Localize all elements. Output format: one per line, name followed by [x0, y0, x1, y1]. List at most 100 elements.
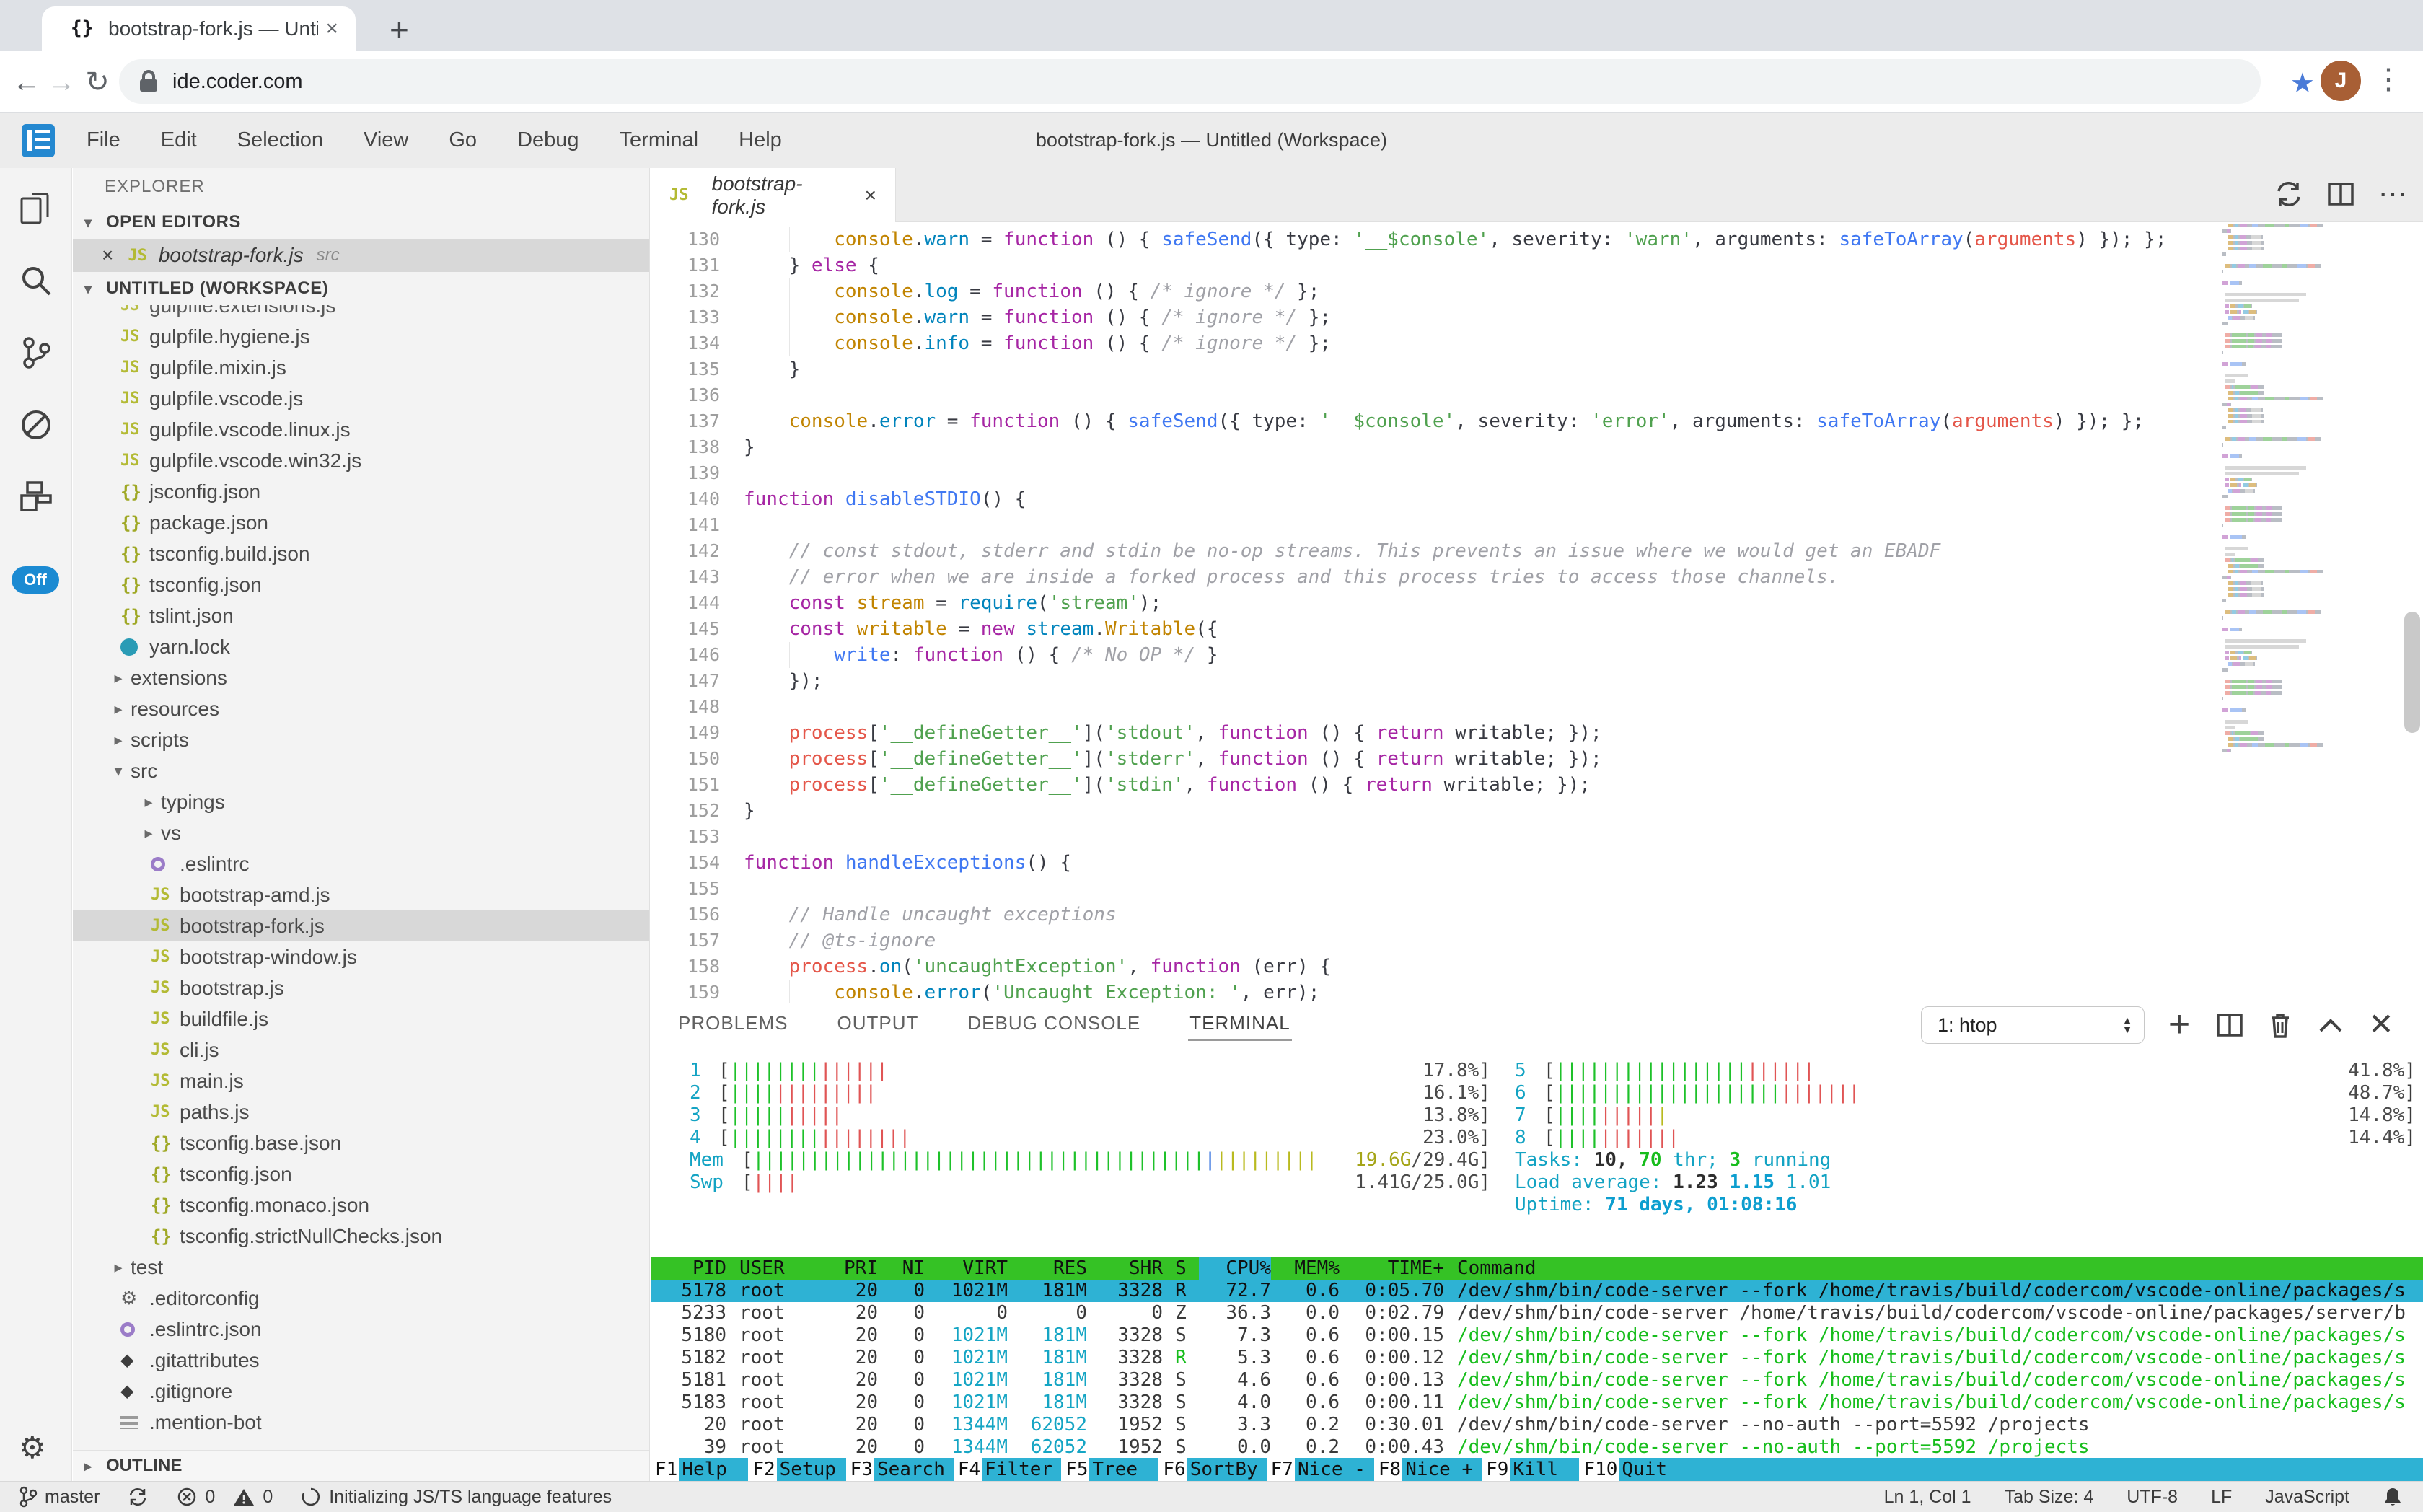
code-line-136[interactable]: 136 — [651, 382, 2214, 408]
code-line-141[interactable]: 141 — [651, 512, 2214, 538]
tree-item-main.js[interactable]: JSmain.js — [73, 1065, 649, 1096]
tree-item-.editorconfig[interactable]: ⚙.editorconfig — [73, 1283, 649, 1314]
menu-item-go[interactable]: Go — [449, 128, 477, 152]
fkey-F2[interactable]: F2Setup — [748, 1458, 845, 1481]
status-lf[interactable]: LF — [2211, 1487, 2232, 1508]
code-line-135[interactable]: 135 } — [651, 356, 2214, 382]
process-row-5178[interactable]: 5178root2001021M181M3328R72.70.60:05.70/… — [651, 1280, 2423, 1302]
tree-item-bootstrap.js[interactable]: JSbootstrap.js — [73, 972, 649, 1003]
column-header-pri[interactable]: PRI — [817, 1257, 878, 1280]
code-line-146[interactable]: 146 write: function () { /* No OP */ } — [651, 642, 2214, 668]
tree-item-bootstrap-window.js[interactable]: JSbootstrap-window.js — [73, 941, 649, 972]
browser-tab[interactable]: {} bootstrap-fork.js — Untitled (V × — [42, 6, 356, 51]
menu-item-help[interactable]: Help — [739, 128, 782, 152]
code-line-131[interactable]: 131 } else { — [651, 252, 2214, 278]
new-terminal-icon[interactable]: + — [2163, 1009, 2195, 1041]
code-line-148[interactable]: 148 — [651, 694, 2214, 720]
tree-item-tslint.json[interactable]: {}tslint.json — [73, 600, 649, 631]
column-header-pid[interactable]: PID — [651, 1257, 726, 1280]
editor-tab[interactable]: JS bootstrap-fork.js × — [651, 168, 896, 222]
code-line-154[interactable]: 154function handleExceptions() { — [651, 850, 2214, 876]
code-line-133[interactable]: 133 console.warn = function () { /* igno… — [651, 304, 2214, 330]
process-row-5182[interactable]: 5182root2001021M181M3328R5.30.60:00.12/d… — [651, 1347, 2423, 1369]
new-tab-button[interactable]: + — [390, 10, 409, 49]
status-utf-8[interactable]: UTF-8 — [2127, 1487, 2178, 1508]
code-line-143[interactable]: 143 // error when we are inside a forked… — [651, 564, 2214, 590]
search-icon[interactable] — [17, 262, 55, 299]
tree-item-gulpfile.vscode.win32.js[interactable]: JSgulpfile.vscode.win32.js — [73, 445, 649, 476]
tree-item-gulpfile.hygiene.js[interactable]: JSgulpfile.hygiene.js — [73, 321, 649, 352]
forward-icon[interactable]: → — [45, 66, 78, 99]
browser-menu-icon[interactable]: ⋮ — [2374, 63, 2403, 96]
column-header-cpu%[interactable]: CPU% — [1199, 1257, 1271, 1280]
panel-tab-debug-console[interactable]: DEBUG CONSOLE — [966, 1006, 1142, 1041]
code-line-150[interactable]: 150 process['__defineGetter__']('stderr'… — [651, 746, 2214, 772]
code-line-155[interactable]: 155 — [651, 876, 2214, 902]
tree-item-paths.js[interactable]: JSpaths.js — [73, 1096, 649, 1128]
tree-item-.gitattributes[interactable]: ◆.gitattributes — [73, 1345, 649, 1376]
fkey-F6[interactable]: F6SortBy — [1158, 1458, 1266, 1481]
bell-icon[interactable] — [2383, 1485, 2403, 1508]
column-header-ni[interactable]: NI — [878, 1257, 925, 1280]
process-row-5181[interactable]: 5181root2001021M181M3328S4.60.60:00.13/d… — [651, 1369, 2423, 1392]
tree-item-.eslintrc.json[interactable]: .eslintrc.json — [73, 1314, 649, 1345]
tree-item-scripts[interactable]: ▸scripts — [73, 724, 649, 755]
tree-item-tsconfig.json[interactable]: {}tsconfig.json — [73, 1159, 649, 1190]
code-line-159[interactable]: 159 console.error('Uncaught Exception: '… — [651, 980, 2214, 1003]
tree-item-.gitignore[interactable]: ◆.gitignore — [73, 1376, 649, 1407]
problems-item[interactable]: 0 0 — [176, 1486, 273, 1508]
extensions-icon[interactable] — [17, 478, 55, 516]
code-line-149[interactable]: 149 process['__defineGetter__']('stdout'… — [651, 720, 2214, 746]
tree-item-resources[interactable]: ▸resources — [73, 693, 649, 724]
fkey-F10[interactable]: F10Quit — [1579, 1458, 1688, 1481]
tree-item-vs[interactable]: ▸vs — [73, 817, 649, 848]
tree-item-cli.js[interactable]: JScli.js — [73, 1034, 649, 1065]
outline-section[interactable]: ▸ OUTLINE — [73, 1450, 649, 1481]
panel-tab-terminal[interactable]: TERMINAL — [1188, 1006, 1291, 1041]
tree-item-buildfile.js[interactable]: JSbuildfile.js — [73, 1003, 649, 1034]
fkey-F8[interactable]: F8Nice + — [1374, 1458, 1482, 1481]
tree-item-bootstrap-fork.js[interactable]: JSbootstrap-fork.js — [73, 910, 649, 941]
code-line-158[interactable]: 158 process.on('uncaughtException', func… — [651, 954, 2214, 980]
sync-item[interactable] — [127, 1486, 149, 1508]
process-row-20[interactable]: 20root2001344M620521952S3.30.20:30.01/de… — [651, 1414, 2423, 1436]
menu-item-view[interactable]: View — [364, 128, 408, 152]
process-row-5233[interactable]: 5233root200000Z36.30.00:02.79/dev/shm/bi… — [651, 1302, 2423, 1324]
status-tab-size-4[interactable]: Tab Size: 4 — [2005, 1487, 2094, 1508]
code-line-132[interactable]: 132 console.log = function () { /* ignor… — [651, 278, 2214, 304]
column-header-s[interactable]: S — [1163, 1257, 1199, 1280]
split-editor-icon[interactable] — [2325, 178, 2357, 210]
minimap[interactable] — [2222, 224, 2398, 794]
process-row-5183[interactable]: 5183root2001021M181M3328S4.00.60:00.11/d… — [651, 1392, 2423, 1414]
open-editors-header[interactable]: ▾ OPEN EDITORS — [73, 206, 649, 239]
code-line-147[interactable]: 147 }); — [651, 668, 2214, 694]
panel-tab-problems[interactable]: PROBLEMS — [677, 1006, 790, 1041]
language-status-item[interactable]: Initializing JS/TS language features — [300, 1486, 612, 1508]
tree-item-.eslintrc[interactable]: .eslintrc — [73, 848, 649, 879]
tree-item-test[interactable]: ▸test — [73, 1252, 649, 1283]
tree-item-typings[interactable]: ▸typings — [73, 786, 649, 817]
workspace-header[interactable]: ▾ UNTITLED (WORKSPACE) — [73, 272, 649, 305]
fkey-F1[interactable]: F1Help — [651, 1458, 748, 1481]
fkey-F4[interactable]: F4Filter — [954, 1458, 1061, 1481]
column-header-time+[interactable]: TIME+ — [1340, 1257, 1444, 1280]
tree-item-tsconfig.monaco.json[interactable]: {}tsconfig.monaco.json — [73, 1190, 649, 1221]
column-header-res[interactable]: RES — [1008, 1257, 1087, 1280]
process-row-39[interactable]: 39root2001344M620521952S0.00.20:00.43/de… — [651, 1436, 2423, 1459]
panel-tab-output[interactable]: OUTPUT — [836, 1006, 920, 1041]
code-editor[interactable]: 130 console.warn = function () { safeSen… — [651, 222, 2423, 1003]
editor-scrollbar[interactable] — [2404, 612, 2420, 733]
tree-item-yarn.lock[interactable]: yarn.lock — [73, 631, 649, 662]
code-line-153[interactable]: 153 — [651, 824, 2214, 850]
menu-item-debug[interactable]: Debug — [517, 128, 579, 152]
tab-close-icon[interactable]: × — [325, 17, 338, 41]
tree-item-extensions[interactable]: ▸extensions — [73, 662, 649, 693]
code-line-156[interactable]: 156 // Handle uncaught exceptions — [651, 902, 2214, 928]
more-actions-icon[interactable]: ⋯ — [2377, 178, 2409, 210]
menu-item-edit[interactable]: Edit — [161, 128, 197, 152]
tree-item-tsconfig.json[interactable]: {}tsconfig.json — [73, 569, 649, 600]
fkey-F3[interactable]: F3Search — [846, 1458, 954, 1481]
settings-gear-icon[interactable]: ⚙ — [19, 1430, 46, 1465]
address-bar[interactable]: ide.coder.com — [119, 59, 2261, 104]
bookmark-star-icon[interactable]: ★ — [2290, 67, 2315, 100]
